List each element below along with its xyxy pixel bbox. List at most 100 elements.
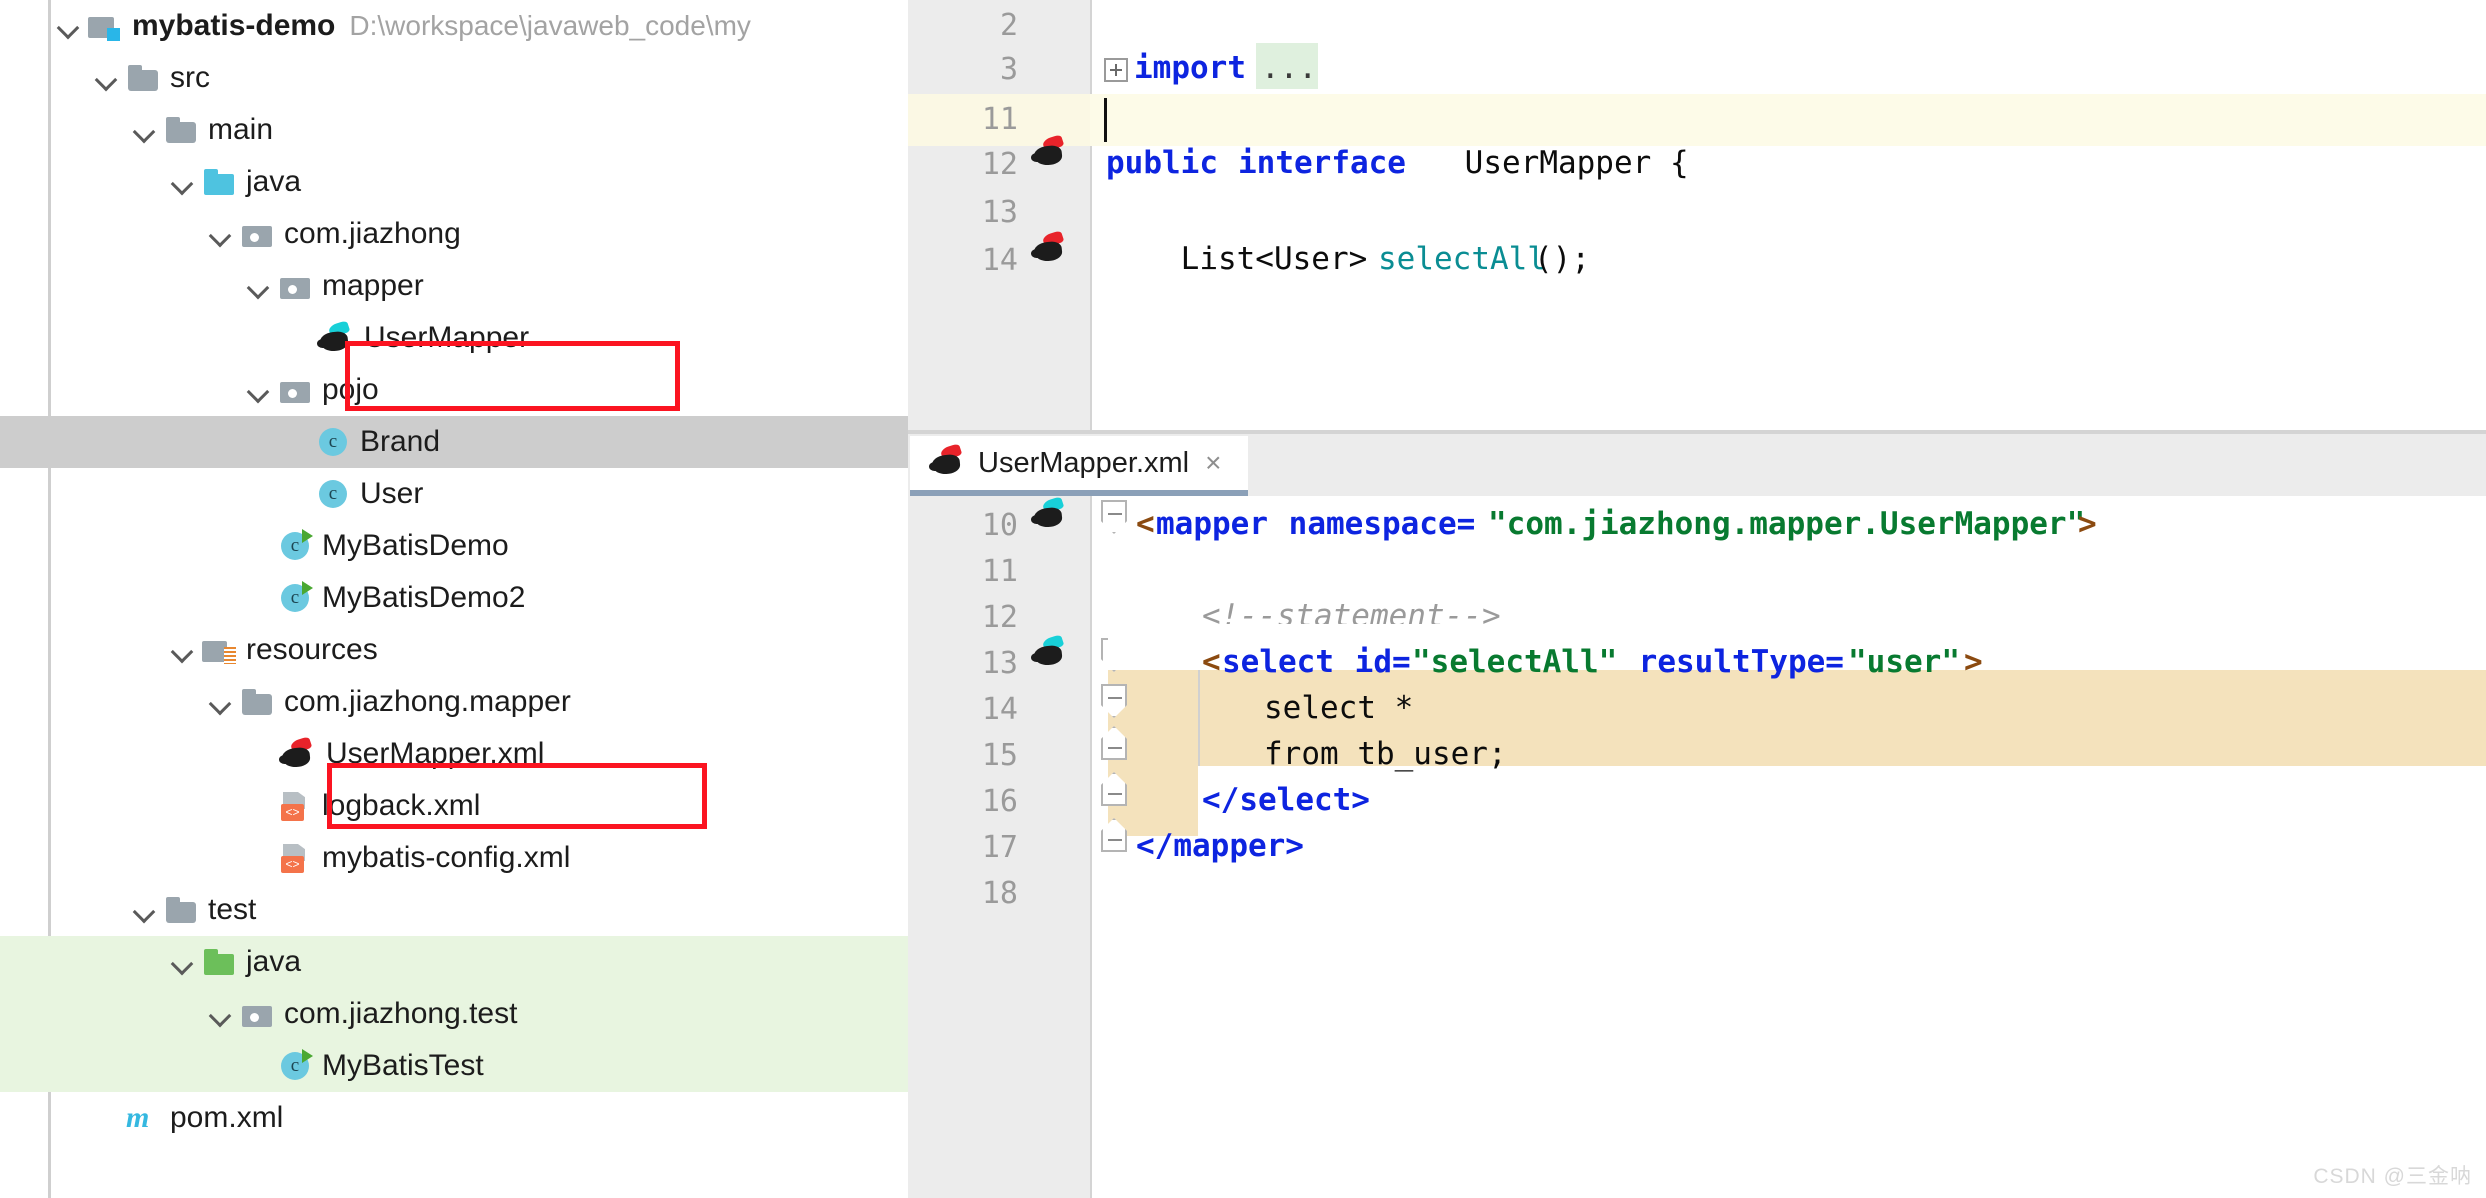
line-number: 11 [981, 102, 1018, 137]
package-icon [278, 271, 312, 301]
folded-import-ellipsis[interactable]: ... [1261, 50, 1317, 86]
folder-icon [126, 63, 160, 93]
tree-item-mybatis-demo[interactable]: mybatis-demo D:\workspace\javaweb_code\my [0, 0, 908, 52]
tree-item-label: main [208, 113, 274, 146]
tree-item-user[interactable]: c User [0, 468, 908, 520]
tree-item-pojo[interactable]: pojo [0, 364, 908, 416]
tree-no-twisty [246, 793, 272, 819]
resulttype-attribute: resultType= [1620, 644, 1844, 680]
chevron-down-icon[interactable] [56, 13, 82, 39]
java-runnable-class-icon: c [278, 581, 313, 615]
tree-no-twisty [94, 1105, 120, 1131]
tree-item-mapper[interactable]: mapper [0, 260, 908, 312]
java-class-icon: c [316, 425, 350, 459]
tree-item-label: resources [246, 633, 378, 666]
tree-item-main[interactable]: main [0, 104, 908, 156]
tree-item-src[interactable]: src [0, 52, 908, 104]
line-number: 2 [999, 8, 1018, 43]
tree-no-twisty [284, 429, 310, 455]
tree-item-com-jiazhong-mapper[interactable]: com.jiazhong.mapper [0, 676, 908, 728]
import-keyword: import [1134, 50, 1246, 86]
fold-expand-icon[interactable] [1104, 58, 1128, 82]
tree-item-java[interactable]: java [0, 936, 908, 988]
mapper-close-bracket: > [2078, 506, 2097, 542]
tree-item-resources[interactable]: resources [0, 624, 908, 676]
tab-usermapper-xml[interactable]: UserMapper.xml × [910, 436, 1248, 490]
xml-file-icon: <> [278, 843, 312, 873]
mybatis-xml-icon [928, 443, 966, 477]
namespace-attribute: namespace= [1270, 506, 1476, 542]
tree-no-twisty [246, 585, 272, 611]
mapper-closing-tag: </mapper> [1136, 828, 1304, 864]
chevron-down-icon[interactable] [132, 117, 158, 143]
java-gutter-empty-space [908, 290, 1090, 434]
package-icon [278, 375, 312, 405]
mybatis-bird-icon[interactable] [1030, 230, 1068, 264]
id-value: "selectAll" [1412, 644, 1618, 680]
public-keyword: public [1106, 145, 1218, 181]
line-number: 18 [981, 876, 1018, 911]
mybatis-bird-icon[interactable] [1030, 134, 1068, 168]
text-caret [1104, 98, 1107, 142]
chevron-down-icon[interactable] [208, 221, 234, 247]
list-user-type: List<User> [1106, 241, 1386, 277]
line-number: 17 [981, 830, 1018, 865]
java-code-editor[interactable]: 2 3 import ... 11 12 public interface Us… [908, 0, 2486, 434]
tree-item-label: UserMapper.xml [326, 737, 545, 770]
mybatis-bird-icon[interactable] [1030, 634, 1068, 668]
tree-item-mybatis-config-xml[interactable]: <> mybatis-config.xml [0, 832, 908, 884]
maven-pom-icon: m [126, 1101, 150, 1134]
tree-item-label: src [170, 61, 210, 94]
namespace-value: "com.jiazhong.mapper.UserMapper" [1488, 506, 2086, 542]
chevron-down-icon[interactable] [208, 1001, 234, 1027]
tree-item-label: mybatis-config.xml [322, 841, 571, 874]
xml-code-editor[interactable]: 10 < mapper namespace= "com.jiazhong.map… [908, 496, 2486, 1198]
tree-item-label: UserMapper [364, 321, 530, 354]
tree-no-twisty [284, 481, 310, 507]
tree-item-mybatisdemo[interactable]: c MyBatisDemo [0, 520, 908, 572]
tree-item-label: mapper [322, 269, 424, 302]
chevron-down-icon[interactable] [132, 897, 158, 923]
chevron-down-icon[interactable] [170, 949, 196, 975]
chevron-down-icon[interactable] [170, 637, 196, 663]
source-folder-icon [202, 167, 236, 197]
tree-item-mybatistest[interactable]: c MyBatisTest [0, 1040, 908, 1092]
id-attribute: id= [1336, 644, 1411, 680]
close-icon[interactable]: × [1205, 447, 1221, 479]
tree-item-label: com.jiazhong [284, 217, 461, 250]
tree-no-twisty [246, 1053, 272, 1079]
tree-item-usermapper[interactable]: UserMapper [0, 312, 908, 364]
tree-item-label: MyBatisDemo [322, 529, 509, 562]
chevron-down-icon[interactable] [170, 169, 196, 195]
editor-tab-bar: UserMapper.xml × [908, 434, 2486, 497]
tree-item-brand[interactable]: c Brand [0, 416, 908, 468]
tree-item-label: mybatis-demo [132, 9, 336, 42]
line-number: 11 [981, 554, 1018, 589]
mybatis-bird-icon[interactable] [1030, 496, 1068, 530]
tree-item-java[interactable]: java [0, 156, 908, 208]
mybatis-xml-icon [278, 736, 316, 770]
folder-icon [164, 115, 198, 145]
fold-collapse-icon[interactable] [1101, 500, 1127, 534]
tree-item-label: test [208, 893, 257, 926]
tree-item-com-jiazhong-test[interactable]: com.jiazhong.test [0, 988, 908, 1040]
csdn-watermark: CSDN @三金呐 [2313, 1165, 2472, 1188]
test-source-folder-icon [202, 947, 236, 977]
editor-area: 2 3 import ... 11 12 public interface Us… [908, 0, 2486, 1198]
chevron-down-icon[interactable] [246, 273, 272, 299]
chevron-down-icon[interactable] [246, 377, 272, 403]
tree-item-test[interactable]: test [0, 884, 908, 936]
tree-item-mybatisdemo2[interactable]: c MyBatisDemo2 [0, 572, 908, 624]
chevron-down-icon[interactable] [94, 65, 120, 91]
select-open-bracket: < [1202, 644, 1221, 680]
module-folder-icon [88, 11, 122, 41]
tree-item-label: java [246, 165, 302, 198]
line-number: 13 [981, 195, 1018, 230]
tree-item-com-jiazhong[interactable]: com.jiazhong [0, 208, 908, 260]
tree-item-label: pojo [322, 373, 379, 406]
select-close-bracket: > [1964, 644, 1983, 680]
tree-item-logback-xml[interactable]: <> logback.xml [0, 780, 908, 832]
tree-item-pom-xml[interactable]: m pom.xml [0, 1092, 908, 1144]
tree-item-usermapper-xml[interactable]: UserMapper.xml [0, 728, 908, 780]
chevron-down-icon[interactable] [208, 689, 234, 715]
